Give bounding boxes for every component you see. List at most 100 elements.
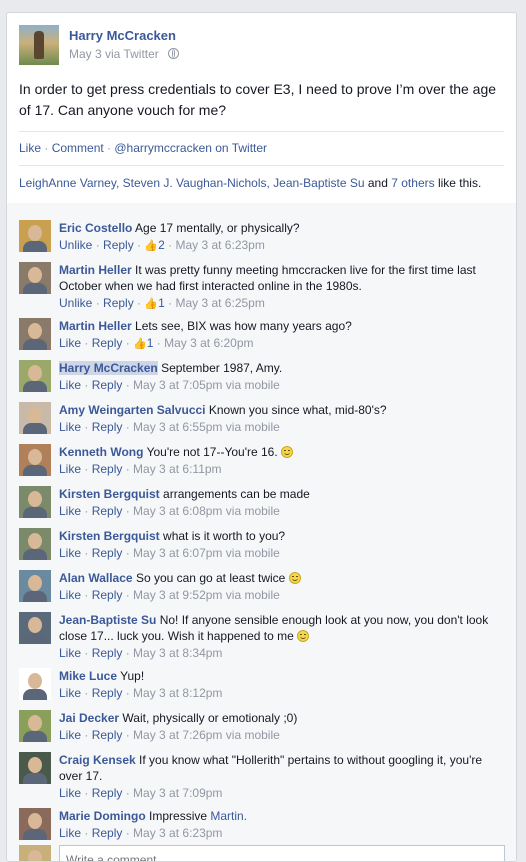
comment-avatar[interactable] [19,612,51,644]
comment-like-count[interactable]: 2 [158,238,165,252]
thumbs-up-icon: 👍 [144,298,159,310]
comment-avatar[interactable] [19,752,51,784]
comment-like-link[interactable]: Like [59,378,81,392]
comment-avatar[interactable] [19,486,51,518]
comment-avatar[interactable] [19,528,51,560]
comment-meta: Like · Reply · May 3 at 7:05pm via mobil… [59,378,280,392]
comment-author[interactable]: Harry McCracken [59,361,158,375]
comment-via: via mobile [225,728,280,742]
comment-timestamp[interactable]: May 3 at 6:25pm [175,296,264,310]
comment-timestamp[interactable]: May 3 at 6:20pm [164,336,253,350]
comment-body: Mike Luce Yup! Like · Reply · May 3 at 8:… [59,668,499,702]
comment-author[interactable]: Jai Decker [59,711,119,725]
comment-author[interactable]: Amy Weingarten Salvucci [59,403,206,417]
author-avatar[interactable] [19,25,59,65]
comment-via: via mobile [225,504,280,518]
comment-reply-link[interactable]: Reply [103,238,134,252]
comment-avatar[interactable] [19,318,51,350]
comment-author[interactable]: Martin Heller [59,319,132,333]
comment-author[interactable]: Kenneth Wong [59,445,143,459]
comment-timestamp[interactable]: May 3 at 7:26pm [133,728,222,742]
comment-reply-link[interactable]: Reply [103,296,134,310]
comment-like-link[interactable]: Like [59,588,81,602]
comment-like-link[interactable]: Like [59,728,81,742]
comment-like-link[interactable]: Like [59,646,81,660]
comment-via: via mobile [225,420,280,434]
comment-reply-link[interactable]: Reply [92,378,123,392]
comment-like-link[interactable]: Unlike [59,238,92,252]
comment-avatar[interactable] [19,444,51,476]
comment-like-link[interactable]: Like [59,686,81,700]
comment-author[interactable]: Alan Wallace [59,571,133,585]
twitter-link[interactable]: @harrymccracken on Twitter [114,141,267,155]
comment-like-link[interactable]: Like [59,504,81,518]
comment-like-link[interactable]: Like [59,546,81,560]
comment-author[interactable]: Craig Kensek [59,753,136,767]
likes-suffix: like this. [434,176,482,190]
author-name[interactable]: Harry McCracken [69,28,176,43]
others-link[interactable]: 7 others [391,176,434,190]
comment-avatar[interactable] [19,262,51,294]
comment-timestamp[interactable]: May 3 at 6:08pm [133,504,222,518]
comment-author[interactable]: Jean-Baptiste Su [59,613,156,627]
comment-reply-link[interactable]: Reply [92,786,123,800]
comment-link[interactable]: Comment [52,141,104,155]
comment-like-count[interactable]: 1 [147,336,154,350]
comment-reply-link[interactable]: Reply [92,546,123,560]
comment-timestamp[interactable]: May 3 at 6:23pm [133,826,222,840]
like-link[interactable]: Like [19,141,41,155]
likers-names[interactable]: LeighAnne Varney, Steven J. Vaughan-Nich… [19,176,365,190]
comment-timestamp[interactable]: May 3 at 8:12pm [133,686,222,700]
comment-reply-link[interactable]: Reply [92,646,123,660]
comment-author[interactable]: Kirsten Bergquist [59,529,160,543]
comment-reply-link[interactable]: Reply [92,826,123,840]
comment-body: Craig Kensek If you know what "Hollerith… [59,752,499,802]
comment-like-link[interactable]: Like [59,826,81,840]
comment-meta: Like · Reply · May 3 at 8:34pm [59,646,223,660]
comment-like-link[interactable]: Like [59,786,81,800]
write-comment-input[interactable] [59,845,505,861]
comment-timestamp[interactable]: May 3 at 6:07pm [133,546,222,560]
comment-avatar[interactable] [19,808,51,840]
comment-reply-link[interactable]: Reply [92,588,123,602]
comment-timestamp[interactable]: May 3 at 7:05pm [133,378,222,392]
comment-author[interactable]: Martin Heller [59,263,132,277]
comment-timestamp[interactable]: May 3 at 7:09pm [133,786,222,800]
comment-timestamp[interactable]: May 3 at 6:11pm [133,462,222,476]
comment-author[interactable]: Eric Costello [59,221,132,235]
comment-like-link[interactable]: Like [59,420,81,434]
comment-meta: Like · Reply · May 3 at 9:52pm via mobil… [59,588,280,602]
comment-like-link[interactable]: Unlike [59,296,92,310]
comment-reply-link[interactable]: Reply [92,420,123,434]
comment-author[interactable]: Marie Domingo [59,809,146,823]
comment-avatar[interactable] [19,570,51,602]
comment-reply-link[interactable]: Reply [92,728,123,742]
comment-author[interactable]: Mike Luce [59,669,117,683]
thumbs-up-icon: 👍 [144,240,159,252]
comment-like-link[interactable]: Like [59,462,81,476]
comment-avatar[interactable] [19,668,51,700]
comment-reply-link[interactable]: Reply [92,686,123,700]
comment-timestamp[interactable]: May 3 at 6:23pm [175,238,264,252]
comment-text: So you can go at least twice [135,571,286,585]
globe-icon[interactable] [168,48,180,59]
comment-text: arrangements can be made [163,487,310,501]
comment-like-count[interactable]: 1 [158,296,165,310]
comment-author[interactable]: Kirsten Bergquist [59,487,160,501]
comment-avatar[interactable] [19,710,51,742]
post-header: Harry McCracken May 3 via Twitter [19,25,499,65]
comment-reply-link[interactable]: Reply [92,462,123,476]
comment-mention[interactable]: Martin. [210,809,247,823]
comment-timestamp[interactable]: May 3 at 9:52pm [133,588,222,602]
smile-emoticon-icon [281,446,294,458]
comment-reply-link[interactable]: Reply [92,336,123,350]
comment-avatar[interactable] [19,220,51,252]
comment-avatar[interactable] [19,402,51,434]
comment-like-link[interactable]: Like [59,336,81,350]
comment-timestamp[interactable]: May 3 at 8:34pm [133,646,222,660]
comment-meta: Unlike · Reply · 👍2 · May 3 at 6:23pm [59,238,265,252]
comment-timestamp[interactable]: May 3 at 6:55pm [133,420,222,434]
comment-avatar[interactable] [19,360,51,392]
comment-reply-link[interactable]: Reply [92,504,123,518]
post-timestamp[interactable]: May 3 via Twitter [69,47,159,61]
